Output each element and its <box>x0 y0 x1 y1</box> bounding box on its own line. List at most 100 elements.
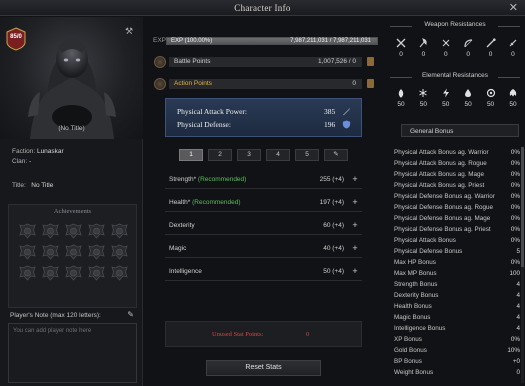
resistance-value: 0 <box>399 51 403 58</box>
bonus-value: 0% <box>510 182 520 189</box>
tab-preset-5[interactable]: 5 <box>295 149 319 161</box>
recommended-label: (Recommended) <box>197 176 247 183</box>
achievement-badge-icon[interactable] <box>19 265 36 281</box>
add-stat-button[interactable]: + <box>350 243 360 253</box>
bonus-row: XP Bonus 0% <box>394 335 520 346</box>
achievement-badge-icon[interactable] <box>111 223 128 239</box>
add-stat-button[interactable]: + <box>350 266 360 276</box>
tab-preset-4[interactable]: 4 <box>266 149 290 161</box>
battle-points-label: Battle Points <box>174 58 211 65</box>
bow-res: 0 <box>459 38 477 58</box>
poison-icon <box>465 89 472 97</box>
achievement-badge-icon[interactable] <box>42 265 59 281</box>
bonus-row: Health Bonus 4 <box>394 302 520 313</box>
tab-preset-1[interactable]: 1 <box>179 149 203 161</box>
crossed-daggers-res: 0 <box>437 38 455 58</box>
bonus-row: Physical Attack Bonus ag. Priest 0% <box>394 181 520 192</box>
bonus-row: Physical Defense Bonus ag. Rogue 0% <box>394 203 520 214</box>
resistance-value: 0 <box>421 51 426 58</box>
exp-bar: EXP (100.00%) 7,987,211,031 / 7,987,211,… <box>166 37 378 45</box>
bonus-list: Physical Attack Bonus ag. Warrior 0% Physi… <box>394 148 520 379</box>
bonus-name: Dexterity Bonus <box>394 292 439 299</box>
battle-points-icon <box>154 56 166 68</box>
achievement-badge-icon[interactable] <box>111 265 128 281</box>
book-icon[interactable] <box>367 79 374 88</box>
achievement-badge-icon[interactable] <box>111 244 128 260</box>
resistance-value: 50 <box>486 101 495 108</box>
bonus-value: 0 <box>516 369 520 376</box>
stat-value: 255 (+4) <box>319 176 344 183</box>
bonus-row: Intelligence Bonus 4 <box>394 324 520 335</box>
bonus-category-dropdown[interactable]: General Bonus <box>401 124 519 137</box>
stat-name: Health* <box>169 199 191 206</box>
achievement-badge-icon[interactable] <box>65 244 82 260</box>
stat-row-health: Health* (Recommended) 197 (+4) + <box>165 197 362 212</box>
edit-pen-icon[interactable]: ✎ <box>127 310 134 319</box>
achievement-badge-icon[interactable] <box>42 244 59 260</box>
add-stat-button[interactable]: + <box>350 174 360 184</box>
unused-points-label: Unused Stat Points: <box>212 331 264 338</box>
shield-icon <box>342 120 351 129</box>
achievement-badge-icon[interactable] <box>88 265 105 281</box>
bonus-row: Physical Defense Bonus ag. Mage 0% <box>394 214 520 225</box>
achievement-badge-icon[interactable] <box>65 223 82 239</box>
crossed-daggers-icon <box>442 39 450 47</box>
edit-preset-pen-icon[interactable]: ✎ <box>324 149 348 161</box>
player-note-field[interactable]: You can add player note here <box>8 323 137 383</box>
exp-values: 7,987,211,031 / 7,987,211,031 <box>290 38 371 44</box>
bonus-name: Physical Attack Bonus ag. Rogue <box>394 160 487 167</box>
frost-res: 50 <box>414 88 432 108</box>
frost-icon <box>419 89 428 97</box>
window-titlebar: Character Info ✕ <box>0 0 525 16</box>
bonus-value: 0% <box>510 259 520 266</box>
add-stat-button[interactable]: + <box>350 220 360 230</box>
reset-stats-button[interactable]: Reset Stats <box>206 360 321 376</box>
physical-attack-label: Physical Attack Power: <box>177 107 247 116</box>
weapon-resistances-header: Weapon Resistances <box>388 21 522 31</box>
achievement-badge-icon[interactable] <box>19 223 36 239</box>
add-stat-button[interactable]: + <box>350 197 360 207</box>
crossed-swords-res: 0 <box>392 38 410 58</box>
bonus-row: Physical Defense Bonus ag. Warrior 0% <box>394 192 520 203</box>
bonus-name: Physical Defense Bonus ag. Mage <box>394 215 491 222</box>
bonus-name: Max MP Bonus <box>394 270 437 277</box>
axe-res: 0 <box>414 38 432 58</box>
holy-icon <box>486 88 495 98</box>
achievement-badge-icon[interactable] <box>88 244 105 260</box>
stat-name: Magic <box>169 245 187 252</box>
bonus-row: Weight Bonus 0 <box>394 368 520 379</box>
resistance-value: 0 <box>466 51 470 58</box>
bonus-list-scrollbar[interactable] <box>521 147 524 383</box>
bonus-name: Physical Attack Bonus ag. Warrior <box>394 149 489 156</box>
action-points-row: Action Points 0 <box>154 78 374 90</box>
fire-res: 50 <box>392 88 410 108</box>
action-points-icon <box>154 78 166 90</box>
bonus-value: 5 <box>516 248 520 255</box>
bonus-row: Physical Defense Bonus 5 <box>394 247 520 258</box>
stats-panel: EXP EXP (100.00%) 7,987,211,031 / 7,987,… <box>146 17 382 386</box>
bonus-name: Strength Bonus <box>394 281 438 288</box>
title-label: Title <box>12 182 25 189</box>
stat-row-intelligence: Intelligence 50 (+4) + <box>165 266 362 281</box>
scrollbar-thumb[interactable] <box>521 147 524 267</box>
bonus-row: Max MP Bonus 100 <box>394 269 520 280</box>
pin-icon[interactable]: ⚒ <box>125 26 135 36</box>
tab-preset-2[interactable]: 2 <box>208 149 232 161</box>
close-icon[interactable]: ✕ <box>509 1 518 14</box>
bonus-name: Physical Defense Bonus ag. Rogue <box>394 204 494 211</box>
physical-attack-value: 385 <box>324 107 336 116</box>
achievement-badge-icon[interactable] <box>88 223 105 239</box>
bonus-value: 100 <box>509 270 520 277</box>
tab-preset-3[interactable]: 3 <box>237 149 261 161</box>
dagger-icon <box>509 39 517 47</box>
unused-points-value: 0 <box>306 331 310 338</box>
resistance-value: 50 <box>509 101 517 108</box>
bonus-row: Magic Bonus 4 <box>394 313 520 324</box>
achievement-badge-icon[interactable] <box>42 223 59 239</box>
book-icon[interactable] <box>367 57 374 66</box>
bonus-name: Physical Attack Bonus <box>394 237 456 244</box>
resistances-panel: Weapon Resistances 0 0 0 0 0 0 Elemental… <box>388 17 525 386</box>
achievement-badge-icon[interactable] <box>19 244 36 260</box>
shadow-icon <box>509 89 517 97</box>
achievement-badge-icon[interactable] <box>65 265 82 281</box>
